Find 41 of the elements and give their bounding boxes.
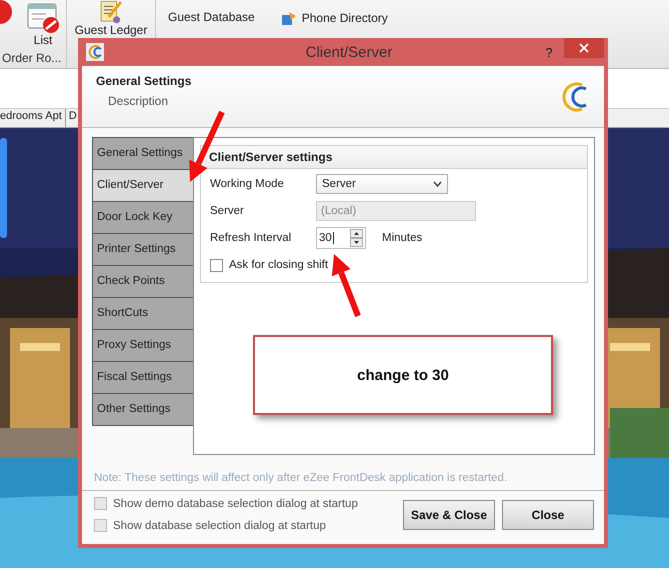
ribbon-button[interactable]: Guest Ledger [71, 0, 151, 37]
note-text: Note: These settings will affect only after eZee FrontDesk application is restarted. [82, 456, 604, 491]
app-logo-icon [86, 43, 104, 61]
dialog-button[interactable]: Save & Close [403, 500, 495, 530]
checkbox[interactable] [210, 258, 223, 272]
group-title: Client/Server settings [201, 146, 587, 169]
arrow [332, 254, 361, 318]
checkbox-label: Ask for closing shift [229, 259, 328, 271]
ribbon-button[interactable]: List [20, 0, 66, 47]
unit-label: Minutes [382, 232, 422, 244]
settings-tab[interactable]: Fiscal Settings [92, 361, 194, 393]
settings-tab[interactable]: ShortCuts [92, 297, 194, 329]
close-button[interactable] [564, 38, 604, 58]
header-description: Description [107, 92, 170, 108]
number-field[interactable]: 30 [316, 227, 366, 249]
settings-tab[interactable]: Check Points [92, 265, 194, 297]
group-label: Order Ro... [1, 51, 62, 67]
ribbon-link[interactable]: Guest Database [168, 10, 255, 24]
settings-tab[interactable]: Door Lock Key [92, 201, 194, 233]
settings-tab[interactable]: Proxy Settings [92, 329, 194, 361]
settings-tab[interactable]: Client/Server [92, 169, 194, 201]
settings-tab[interactable]: Printer Settings [92, 233, 194, 265]
dropdown[interactable]: Server [316, 174, 448, 194]
field-label: Refresh Interval [210, 232, 292, 244]
close-icon [579, 43, 589, 53]
settings-tab[interactable]: General Settings [92, 137, 194, 169]
dialog-button[interactable]: Close [502, 500, 594, 530]
ribbon-link[interactable]: Phone Directory [274, 10, 388, 26]
field-label: Server [210, 205, 245, 217]
help-button[interactable]: ? [534, 44, 564, 60]
stepper-icon [350, 229, 363, 247]
notepad-pencil-icon [99, 0, 123, 24]
header-title: General Settings [96, 74, 192, 88]
window-title: Client/Server [304, 44, 394, 60]
checkbox-label: Show database selection dialog at startup [113, 520, 326, 532]
tab[interactable]: edrooms Apt [0, 109, 66, 127]
field-label: Working Mode [210, 178, 285, 190]
settings-tab[interactable]: Other Settings [92, 393, 194, 426]
chevron-icon [433, 181, 442, 187]
checkbox-label: Show demo database selection dialog at startup [113, 498, 358, 510]
callout-text: change to 30 [357, 366, 449, 384]
